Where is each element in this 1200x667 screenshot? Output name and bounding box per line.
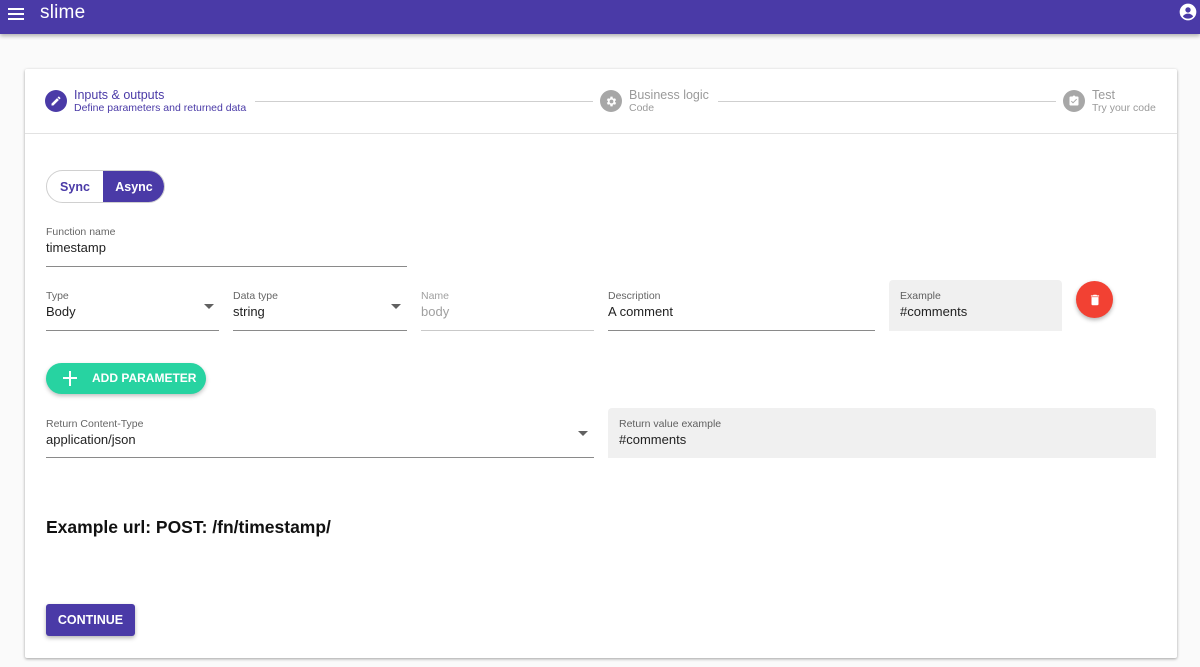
field-underline xyxy=(421,330,594,331)
app-title: slime xyxy=(40,2,86,23)
field-underline xyxy=(46,266,407,267)
field-label: Description xyxy=(608,290,661,302)
example-url: Example url: POST: /fn/timestamp/ xyxy=(46,517,331,537)
caret-down-icon[interactable] xyxy=(578,431,588,436)
gear-icon xyxy=(600,90,622,112)
add-parameter-button[interactable]: ADD PARAMETER xyxy=(46,363,206,394)
field-label: Return value example xyxy=(619,418,722,430)
field-label: Function name xyxy=(46,226,116,238)
add-parameter-label: ADD PARAMETER xyxy=(92,371,197,385)
type-select[interactable]: Type Body xyxy=(46,290,219,331)
description-field[interactable]: Description A comment xyxy=(608,290,875,331)
step-subtitle: Try your code xyxy=(1092,102,1156,114)
clipboard-check-icon xyxy=(1063,90,1085,112)
function-name-field[interactable]: Function name timestamp xyxy=(46,226,407,267)
account-circle-icon[interactable] xyxy=(1178,2,1198,22)
stepper: Inputs & outputs Define parameters and r… xyxy=(25,69,1177,134)
app-bar: slime xyxy=(0,0,1200,34)
return-value-example-field[interactable]: Return value example #comments xyxy=(608,408,1156,458)
data-type-select-value[interactable]: string xyxy=(233,304,265,319)
continue-button[interactable]: CONTINUE xyxy=(46,604,135,636)
step-connector xyxy=(718,101,1056,102)
menu-icon[interactable] xyxy=(6,4,26,24)
step-title: Business logic xyxy=(629,88,709,102)
parameter-name-field: Name body xyxy=(421,290,594,331)
field-label: Name xyxy=(421,290,450,302)
field-underline xyxy=(233,330,407,331)
caret-down-icon[interactable] xyxy=(391,304,401,309)
description-input[interactable]: A comment xyxy=(608,304,673,319)
type-select-value[interactable]: Body xyxy=(46,304,76,319)
trash-icon xyxy=(1090,294,1099,305)
field-label: Example xyxy=(900,290,941,302)
pencil-icon xyxy=(45,90,67,112)
field-underline xyxy=(608,330,875,331)
step-title: Test xyxy=(1092,88,1115,102)
async-toggle-button[interactable]: Async xyxy=(103,171,164,202)
function-editor-card: Inputs & outputs Define parameters and r… xyxy=(25,69,1177,658)
field-underline xyxy=(46,457,594,458)
function-name-input[interactable]: timestamp xyxy=(46,240,106,255)
step-connector xyxy=(255,101,593,102)
step-subtitle: Define parameters and returned data xyxy=(74,102,247,114)
field-underline xyxy=(46,330,219,331)
return-content-type-value[interactable]: application/json xyxy=(46,432,136,447)
field-label: Type xyxy=(46,290,69,302)
delete-parameter-button[interactable] xyxy=(1076,281,1113,318)
sync-async-toggle: Sync Async xyxy=(46,170,165,203)
return-content-type-select[interactable]: Return Content-Type application/json xyxy=(46,418,594,458)
return-value-example-input[interactable]: #comments xyxy=(619,432,686,447)
data-type-select[interactable]: Data type string xyxy=(233,290,407,331)
field-label: Return Content-Type xyxy=(46,418,144,430)
step-title: Inputs & outputs xyxy=(74,88,165,102)
field-label: Data type xyxy=(233,290,278,302)
sync-toggle-button[interactable]: Sync xyxy=(47,171,103,202)
example-field[interactable]: Example #comments xyxy=(889,280,1062,331)
caret-down-icon[interactable] xyxy=(204,304,214,309)
plus-icon xyxy=(63,371,78,386)
step-subtitle: Code xyxy=(629,102,655,114)
parameter-name-input: body xyxy=(421,304,450,319)
example-input[interactable]: #comments xyxy=(900,304,967,319)
